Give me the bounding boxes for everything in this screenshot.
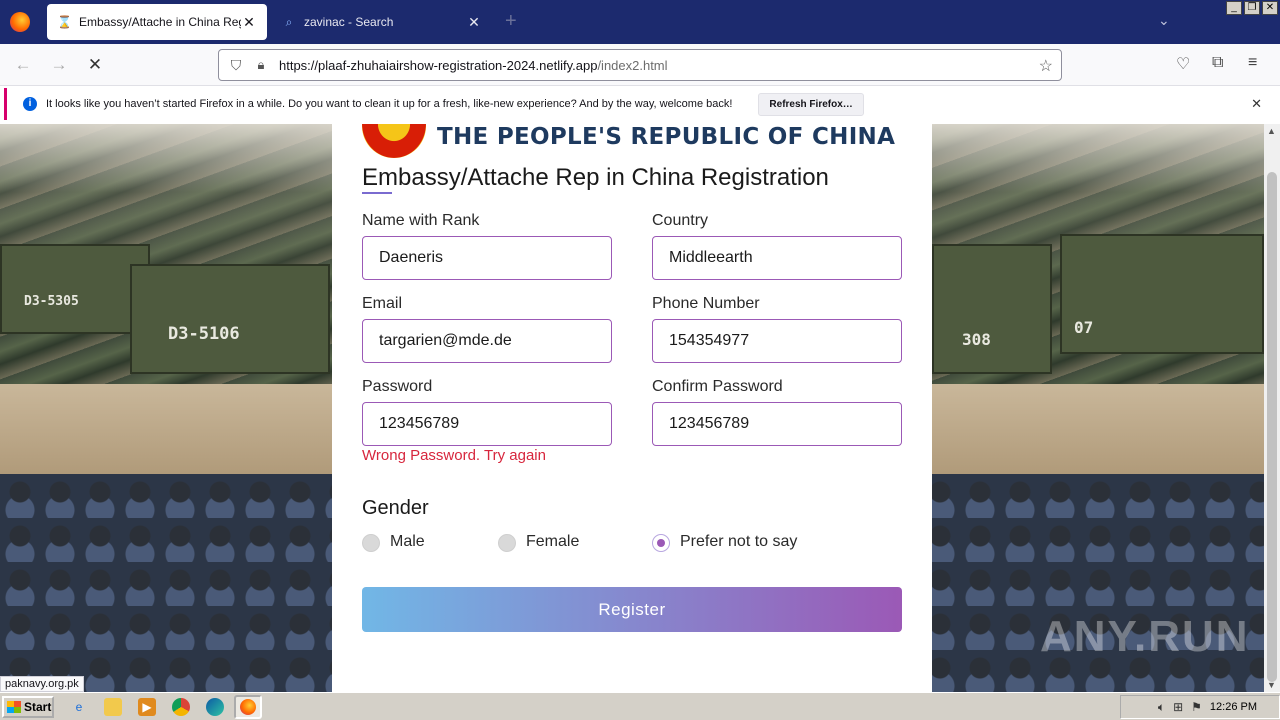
minimize-icon[interactable]: _ — [1226, 1, 1242, 15]
firefox-logo-icon[interactable] — [10, 12, 30, 32]
tab-title: Embassy/Attache in China Registra — [79, 15, 241, 29]
extensions-icon[interactable]: ⧉ — [1212, 54, 1223, 72]
anyrun-watermark: ANY.RUN — [1040, 612, 1250, 661]
vehicle-label: D3-5305 — [24, 294, 79, 309]
close-window-icon[interactable]: ✕ — [1262, 1, 1278, 15]
chrome-icon[interactable] — [172, 698, 190, 716]
new-tab-icon[interactable]: + — [505, 10, 517, 33]
windows-taskbar: Start e ▶ 🔈︎ ⊞ ⚑ 12:26 PM — [0, 692, 1280, 720]
browser-titlebar: ⌛ Embassy/Attache in China Registra ✕ ⌕ … — [0, 0, 1280, 44]
close-icon[interactable]: ✕ — [1251, 96, 1262, 112]
email-label: Email — [362, 295, 403, 312]
email-input[interactable] — [362, 319, 612, 363]
window-controls: _ ❐ ✕ — [1226, 1, 1278, 15]
phone-label: Phone Number — [652, 295, 760, 312]
pocket-icon[interactable]: ♡ — [1176, 54, 1190, 74]
firefox-taskbar-button[interactable] — [234, 695, 262, 719]
url-host: https://plaaf-zhuhaiairshow-registration… — [279, 57, 598, 73]
edge-icon[interactable] — [206, 698, 224, 716]
password-input[interactable] — [362, 402, 612, 446]
scroll-down-icon[interactable]: ▼ — [1267, 680, 1276, 690]
gender-male-label[interactable]: Male — [390, 533, 425, 551]
gender-male-radio[interactable] — [362, 534, 380, 552]
forward-arrow-icon[interactable]: → — [48, 54, 70, 76]
start-label: Start — [24, 700, 52, 714]
name-label: Name with Rank — [362, 212, 480, 229]
register-button[interactable]: Register — [362, 587, 902, 632]
status-link-preview: paknavy.org.pk — [0, 676, 84, 692]
shield-icon[interactable]: ⛉ — [227, 57, 245, 74]
close-tab-icon[interactable]: ✕ — [466, 14, 482, 31]
media-player-icon[interactable]: ▶ — [138, 698, 156, 716]
info-icon: i — [23, 97, 37, 111]
gender-female-radio[interactable] — [498, 534, 516, 552]
password-label: Password — [362, 378, 433, 395]
refresh-firefox-button[interactable]: Refresh Firefox… — [758, 92, 864, 116]
tab-title: zavinac - Search — [304, 15, 394, 29]
vehicle-label: D3-5106 — [168, 324, 240, 344]
bookmark-star-icon[interactable]: ☆ — [1039, 56, 1053, 76]
scrollbar-thumb[interactable] — [1267, 172, 1277, 682]
vehicle-label: 07 — [1074, 318, 1094, 337]
stop-loading-icon[interactable]: ✕ — [84, 54, 106, 76]
gender-female-label[interactable]: Female — [526, 533, 579, 551]
folder-icon[interactable] — [104, 698, 122, 716]
back-arrow-icon[interactable]: ← — [12, 54, 34, 76]
refresh-notification-bar: i It looks like you haven’t started Fire… — [4, 88, 1276, 120]
password-error: Wrong Password. Try again — [362, 447, 546, 464]
network-icon[interactable]: ⊞ — [1173, 700, 1183, 714]
vehicle-label: 308 — [962, 330, 991, 349]
confirm-password-input[interactable] — [652, 402, 902, 446]
ie-icon[interactable]: e — [70, 698, 88, 716]
tab-search[interactable]: ⌕ zavinac - Search ✕ — [272, 4, 492, 40]
notification-text: It looks like you haven’t started Firefo… — [46, 98, 733, 110]
chevron-down-icon[interactable]: ⌄ — [1158, 12, 1170, 29]
gender-prefer-not-label[interactable]: Prefer not to say — [680, 533, 797, 551]
missile-vehicle — [932, 244, 1052, 374]
lock-icon[interactable]: 🔒︎ — [253, 57, 269, 73]
search-icon: ⌕ — [285, 15, 293, 29]
national-emblem-icon — [362, 124, 426, 158]
start-button[interactable]: Start — [2, 696, 54, 718]
gender-prefer-not-radio[interactable] — [652, 534, 670, 552]
firefox-icon — [240, 699, 256, 715]
close-tab-icon[interactable]: ✕ — [241, 14, 257, 31]
url-path: /index2.html — [597, 57, 668, 73]
volume-icon[interactable]: 🔈︎ — [1158, 700, 1165, 715]
menu-icon[interactable]: ≡ — [1248, 54, 1257, 72]
name-input[interactable] — [362, 236, 612, 280]
page-title: Embassy/Attache Rep in China Registratio… — [362, 164, 829, 191]
hourglass-icon: ⌛ — [57, 15, 72, 29]
tab-registration[interactable]: ⌛ Embassy/Attache in China Registra ✕ — [47, 4, 267, 40]
scroll-up-icon[interactable]: ▲ — [1267, 126, 1276, 136]
missile-vehicle — [0, 244, 150, 334]
registration-card: THE PEOPLE'S REPUBLIC OF CHINA Embassy/A… — [332, 124, 932, 692]
country-header: THE PEOPLE'S REPUBLIC OF CHINA — [437, 124, 896, 150]
restore-icon[interactable]: ❐ — [1244, 1, 1260, 15]
phone-input[interactable] — [652, 319, 902, 363]
country-input[interactable] — [652, 236, 902, 280]
country-label: Country — [652, 212, 709, 229]
confirm-password-label: Confirm Password — [652, 378, 783, 395]
title-underline — [362, 192, 392, 194]
page-scrollbar[interactable]: ▲ ▼ — [1264, 124, 1280, 692]
missile-vehicle — [130, 264, 330, 374]
windows-logo-icon — [7, 701, 21, 713]
system-tray: 🔈︎ ⊞ ⚑ 12:26 PM — [1120, 695, 1280, 719]
navigation-toolbar: ← → ✕ ⛉ 🔒︎ https://plaaf-zhuhaiairshow-r… — [0, 44, 1280, 86]
gender-title: Gender — [362, 497, 429, 519]
flag-icon[interactable]: ⚑ — [1191, 700, 1202, 714]
clock[interactable]: 12:26 PM — [1210, 701, 1257, 713]
url-bar[interactable]: ⛉ 🔒︎ https://plaaf-zhuhaiairshow-registr… — [218, 49, 1062, 81]
